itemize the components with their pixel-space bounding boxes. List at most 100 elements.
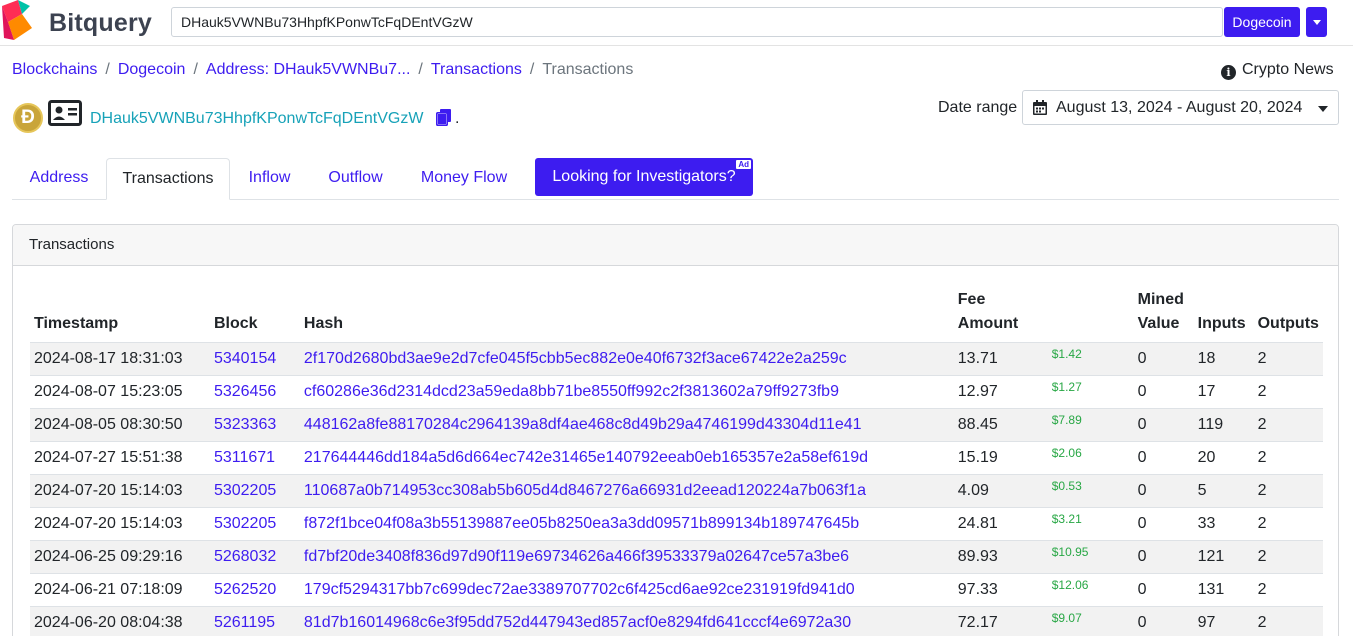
- block-link[interactable]: 5323363: [214, 416, 276, 433]
- cell-fee-usd: $9.07: [1047, 606, 1134, 636]
- tab-address[interactable]: Address: [12, 158, 106, 200]
- cell-fee-usd: $2.06: [1047, 441, 1134, 475]
- date-range-label: Date range: [938, 99, 1018, 116]
- cell-block: 5311671: [209, 441, 300, 475]
- cell-fee: 88.45: [953, 408, 1048, 442]
- hash-link[interactable]: fd7bf20de3408f836d97d90f119e69734626a466…: [304, 548, 849, 565]
- header-hash[interactable]: Hash: [300, 288, 954, 343]
- cell-fee: 13.71: [953, 342, 1048, 376]
- table-row: 2024-07-20 15:14:03 5302205 f872f1bce04f08…: [30, 507, 1323, 541]
- cell-outputs: 2: [1253, 573, 1323, 607]
- ad-badge: Ad: [736, 160, 751, 169]
- hash-link[interactable]: 179cf5294317bb7c699dec72ae3389707702c6f4…: [304, 581, 855, 598]
- cell-fee: 97.33: [953, 573, 1048, 607]
- address-link[interactable]: DHauk5VWNBu73HhpfKPonwTcFqDEntVGzW: [90, 109, 423, 129]
- cell-fee-usd: $10.95: [1047, 540, 1134, 574]
- crypto-news-label: Crypto News: [1242, 61, 1334, 78]
- cell-hash: 217644446dd184a5d6d664ec742e31465e140792…: [299, 441, 954, 475]
- cell-outputs: 2: [1253, 375, 1323, 409]
- header-block[interactable]: Block: [210, 288, 300, 343]
- block-link[interactable]: 5268032: [214, 548, 276, 565]
- cell-inputs: 17: [1193, 375, 1254, 409]
- address-card-icon: [48, 100, 82, 126]
- cell-hash: f872f1bce04f08a3b55139887ee05b8250ea3a3d…: [299, 507, 954, 541]
- investigators-ad-button[interactable]: Looking for Investigators? Ad: [535, 158, 753, 196]
- cell-timestamp: 2024-07-27 15:51:38: [30, 441, 210, 475]
- cell-hash: 179cf5294317bb7c699dec72ae3389707702c6f4…: [299, 573, 954, 607]
- cell-fee: 89.93: [953, 540, 1048, 574]
- hash-link[interactable]: 81d7b16014968c6e3f95dd752d447943ed857acf…: [304, 614, 851, 631]
- cell-outputs: 2: [1253, 540, 1323, 574]
- investigators-label: Looking for Investigators?: [552, 168, 736, 185]
- cell-mined: 0: [1133, 474, 1194, 508]
- cell-block: 5323363: [209, 408, 300, 442]
- hash-link[interactable]: 110687a0b714953cc308ab5b605d4d8467276a66…: [304, 482, 866, 499]
- bitquery-logo-icon[interactable]: [0, 0, 34, 42]
- tab-transactions[interactable]: Transactions: [106, 158, 230, 200]
- cell-timestamp: 2024-06-25 09:29:16: [30, 540, 210, 574]
- breadcrumb-separator: /: [105, 61, 110, 78]
- info-icon: i: [1221, 65, 1236, 80]
- header-fee-line2: Amount: [957, 315, 1019, 332]
- tab-inflow[interactable]: Inflow: [230, 158, 309, 200]
- cell-inputs: 5: [1193, 474, 1254, 508]
- breadcrumb-address[interactable]: Address: DHauk5VWNBu7...: [206, 61, 411, 78]
- cell-block: 5268032: [209, 540, 300, 574]
- breadcrumb: Blockchains / Dogecoin / Address: DHauk5VWNB…: [12, 60, 633, 80]
- network-dropdown-toggle[interactable]: [1306, 7, 1327, 37]
- cell-fee: 12.97: [953, 375, 1048, 409]
- crypto-news-link[interactable]: i Crypto News: [1221, 60, 1334, 80]
- block-link[interactable]: 5261195: [214, 614, 275, 631]
- cell-fee: 72.17: [953, 606, 1048, 636]
- hash-link[interactable]: 448162a8fe88170284c2964139a8df4ae468c8d4…: [304, 416, 862, 433]
- breadcrumb-dogecoin[interactable]: Dogecoin: [118, 61, 186, 78]
- breadcrumb-transactions[interactable]: Transactions: [431, 61, 522, 78]
- date-range-picker[interactable]: August 13, 2024 - August 20, 2024: [1022, 90, 1339, 125]
- hash-link[interactable]: f872f1bce04f08a3b55139887ee05b8250ea3a3d…: [304, 515, 859, 532]
- cell-block: 5302205: [209, 474, 300, 508]
- cell-timestamp: 2024-06-20 08:04:38: [30, 606, 210, 636]
- header-outputs[interactable]: Outputs: [1254, 288, 1323, 343]
- cell-timestamp: 2024-08-07 15:23:05: [30, 375, 210, 409]
- cell-mined: 0: [1133, 606, 1194, 636]
- table-row: 2024-08-07 15:23:05 5326456 cf60286e36d231…: [30, 375, 1323, 409]
- network-select-button[interactable]: Dogecoin: [1224, 7, 1300, 37]
- block-link[interactable]: 5311671: [214, 449, 275, 466]
- tab-money-flow[interactable]: Money Flow: [402, 158, 526, 200]
- cell-fee: 15.19: [953, 441, 1048, 475]
- block-link[interactable]: 5302205: [214, 515, 276, 532]
- header-timestamp[interactable]: Timestamp: [30, 288, 210, 343]
- table-row: 2024-07-27 15:51:38 5311671 217644446dd184…: [30, 441, 1323, 475]
- cell-fee-usd: $3.21: [1047, 507, 1134, 541]
- tab-outflow[interactable]: Outflow: [309, 158, 402, 200]
- header-inputs[interactable]: Inputs: [1194, 288, 1254, 343]
- cell-hash: 81d7b16014968c6e3f95dd752d447943ed857acf…: [299, 606, 954, 636]
- hash-link[interactable]: cf60286e36d2314dcd23a59eda8bb71be8550ff9…: [304, 383, 839, 400]
- breadcrumb-blockchains[interactable]: Blockchains: [12, 61, 97, 78]
- chevron-down-icon: [1312, 19, 1321, 25]
- hash-link[interactable]: 217644446dd184a5d6d664ec742e31465e140792…: [304, 449, 868, 466]
- dogecoin-icon: Đ: [13, 103, 43, 133]
- search-input[interactable]: [171, 7, 1223, 37]
- hash-link[interactable]: 2f170d2680bd3ae9e2d7cfe045f5cbb5ec882e0e…: [304, 350, 847, 367]
- top-header: Bitquery Dogecoin: [0, 0, 1353, 46]
- date-range-value: August 13, 2024 - August 20, 2024: [1056, 99, 1303, 116]
- cell-hash: fd7bf20de3408f836d97d90f119e69734626a466…: [299, 540, 954, 574]
- cell-outputs: 2: [1253, 342, 1323, 376]
- block-link[interactable]: 5326456: [214, 383, 276, 400]
- cell-outputs: 2: [1253, 606, 1323, 636]
- header-fee-amount[interactable]: Fee Amount: [954, 288, 1048, 343]
- block-link[interactable]: 5302205: [214, 482, 276, 499]
- card-title: Transactions: [13, 225, 1338, 266]
- brand-name[interactable]: Bitquery: [49, 9, 152, 38]
- copy-icon[interactable]: [436, 109, 452, 126]
- header-mined-value[interactable]: Mined Value: [1134, 288, 1194, 343]
- table-row: 2024-07-20 15:14:03 5302205 110687a0b71495…: [30, 474, 1323, 508]
- block-link[interactable]: 5340154: [214, 350, 276, 367]
- breadcrumb-separator: /: [193, 61, 198, 78]
- table-row: 2024-06-20 08:04:38 5261195 81d7b16014968c…: [30, 606, 1323, 636]
- block-link[interactable]: 5262520: [214, 581, 276, 598]
- cell-fee-usd: $12.06: [1047, 573, 1134, 607]
- cell-timestamp: 2024-07-20 15:14:03: [30, 474, 210, 508]
- cell-fee-usd: $1.42: [1047, 342, 1134, 376]
